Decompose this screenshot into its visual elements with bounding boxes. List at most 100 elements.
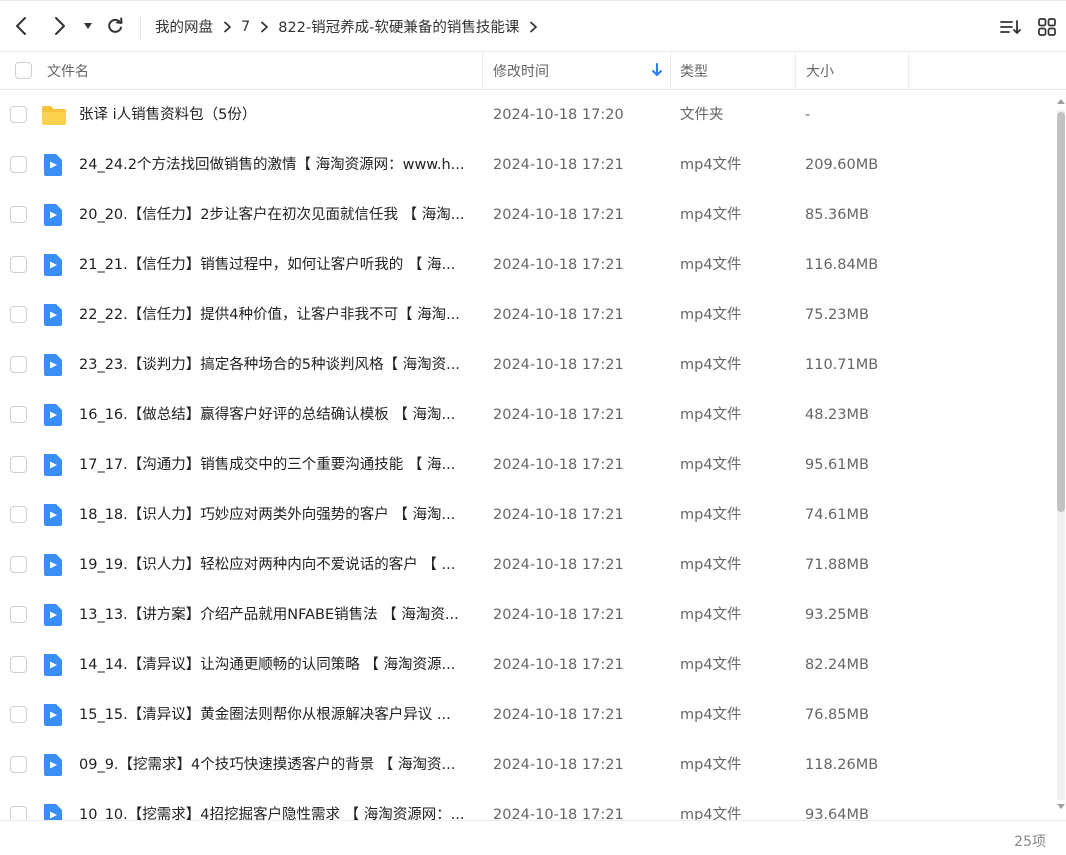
file-modified: 2024-10-18 17:20 — [493, 107, 624, 123]
column-header-type[interactable]: 类型 — [680, 52, 708, 89]
file-size: 48.23MB — [805, 407, 869, 423]
file-size: 71.88MB — [805, 557, 869, 573]
video-file-icon — [41, 153, 65, 177]
row-checkbox[interactable] — [10, 756, 27, 773]
file-type: mp4文件 — [680, 757, 742, 773]
row-checkbox[interactable] — [10, 506, 27, 523]
file-name[interactable]: 22_22.【信任力】提供4种价值，让客户非我不可【 海淘... — [79, 290, 474, 340]
file-size: 85.36MB — [805, 207, 869, 223]
row-checkbox[interactable] — [10, 356, 27, 373]
file-name[interactable]: 09_9.【挖需求】4个技巧快速摸透客户的背景 【 海淘资... — [79, 740, 474, 790]
column-header-size[interactable]: 大小 — [806, 52, 834, 89]
file-size: 75.23MB — [805, 307, 869, 323]
file-type: mp4文件 — [680, 657, 742, 673]
chevron-right-icon — [55, 17, 65, 35]
column-header-name[interactable]: 文件名 — [47, 52, 89, 89]
file-size: 76.85MB — [805, 707, 869, 723]
file-size: 93.25MB — [805, 607, 869, 623]
file-row[interactable]: 13_13.【讲方案】介绍产品就用NFABE销售法 【 海淘资... 2024-1… — [0, 590, 1056, 640]
row-checkbox[interactable] — [10, 556, 27, 573]
file-size: 110.71MB — [805, 357, 879, 373]
file-row[interactable]: 16_16.【做总结】赢得客户好评的总结确认模板 【 海淘... 2024-10-… — [0, 390, 1056, 440]
row-checkbox[interactable] — [10, 256, 27, 273]
file-type: mp4文件 — [680, 807, 742, 820]
file-row[interactable]: 15_15.【清异议】黄金圈法则帮你从根源解决客户异议 ... 2024-10-1… — [0, 690, 1056, 740]
file-row[interactable]: 24_24.2个方法找回做销售的激情【 海淘资源网：www.h... 2024-1… — [0, 140, 1056, 190]
row-checkbox[interactable] — [10, 456, 27, 473]
file-row[interactable]: 20_20.【信任力】2步让客户在初次见面就信任我 【 海淘... 2024-10… — [0, 190, 1056, 240]
file-modified: 2024-10-18 17:21 — [493, 457, 624, 473]
file-type: mp4文件 — [680, 257, 742, 273]
chevron-right-icon[interactable] — [529, 21, 538, 33]
video-file-icon — [41, 803, 65, 820]
breadcrumb: 我的网盘 7 822-销冠养成-软硬兼备的销售技能课 — [155, 1, 547, 52]
file-name[interactable]: 18_18.【识人力】巧妙应对两类外向强势的客户 【 海淘... — [79, 490, 474, 540]
folder-icon — [41, 103, 66, 127]
file-row[interactable]: 19_19.【识人力】轻松应对两种内向不爱说话的客户 【 ... 2024-10-… — [0, 540, 1056, 590]
column-header-modified[interactable]: 修改时间 — [493, 52, 549, 89]
scroll-up-arrow-icon[interactable] — [1056, 96, 1066, 106]
toolbar: 我的网盘 7 822-销冠养成-软硬兼备的销售技能课 — [0, 1, 1066, 52]
file-modified: 2024-10-18 17:21 — [493, 557, 624, 573]
file-name[interactable]: 16_16.【做总结】赢得客户好评的总结确认模板 【 海淘... — [79, 390, 474, 440]
refresh-button[interactable] — [103, 13, 127, 39]
breadcrumb-item-current[interactable]: 822-销冠养成-软硬兼备的销售技能课 — [278, 16, 519, 37]
row-checkbox[interactable] — [10, 606, 27, 623]
row-checkbox[interactable] — [10, 306, 27, 323]
file-list-header: 文件名 修改时间 类型 大小 — [0, 52, 1066, 90]
file-type: mp4文件 — [680, 157, 742, 173]
row-checkbox[interactable] — [10, 406, 27, 423]
file-row[interactable]: 17_17.【沟通力】销售成交中的三个重要沟通技能 【 海... 2024-10-… — [0, 440, 1056, 490]
row-checkbox[interactable] — [10, 806, 27, 820]
file-name[interactable]: 20_20.【信任力】2步让客户在初次见面就信任我 【 海淘... — [79, 190, 474, 240]
breadcrumb-item-root[interactable]: 我的网盘 — [155, 16, 213, 37]
file-modified: 2024-10-18 17:21 — [493, 307, 624, 323]
toolbar-divider — [140, 15, 141, 39]
sort-list-icon — [1000, 20, 1021, 34]
scrollbar-thumb[interactable] — [1057, 112, 1065, 512]
forward-button[interactable] — [48, 13, 72, 39]
file-type: 文件夹 — [680, 107, 724, 123]
file-row[interactable]: 10_10.【挖需求】4招挖掘客户隐性需求 【 海淘资源网：... 2024-10… — [0, 790, 1056, 820]
breadcrumb-item-folder[interactable]: 7 — [241, 19, 250, 35]
video-file-icon — [41, 453, 65, 477]
file-name[interactable]: 23_23.【谈判力】搞定各种场合的5种谈判风格【 海淘资... — [79, 340, 474, 390]
file-name[interactable]: 21_21.【信任力】销售过程中，如何让客户听我的 【 海... — [79, 240, 474, 290]
file-name[interactable]: 10_10.【挖需求】4招挖掘客户隐性需求 【 海淘资源网：... — [79, 790, 474, 820]
grid-view-button[interactable] — [1036, 16, 1058, 38]
file-row[interactable]: 22_22.【信任力】提供4种价值，让客户非我不可【 海淘... 2024-10-… — [0, 290, 1056, 340]
file-modified: 2024-10-18 17:21 — [493, 507, 624, 523]
row-checkbox[interactable] — [10, 206, 27, 223]
back-button[interactable] — [9, 13, 33, 39]
file-row[interactable]: 14_14.【清异议】让沟通更顺畅的认同策略 【 海淘资源... 2024-10-… — [0, 640, 1056, 690]
row-checkbox[interactable] — [10, 706, 27, 723]
sort-button[interactable] — [1000, 16, 1022, 38]
file-type: mp4文件 — [680, 607, 742, 623]
select-all-checkbox[interactable] — [15, 62, 32, 79]
file-row[interactable]: 张译 i人销售资料包（5份） 2024-10-18 17:20 文件夹 - — [0, 90, 1056, 140]
file-name[interactable]: 24_24.2个方法找回做销售的激情【 海淘资源网：www.h... — [79, 140, 474, 190]
file-size: 116.84MB — [805, 257, 879, 273]
file-name[interactable]: 13_13.【讲方案】介绍产品就用NFABE销售法 【 海淘资... — [79, 590, 474, 640]
video-file-icon — [41, 253, 65, 277]
row-checkbox[interactable] — [10, 156, 27, 173]
row-checkbox[interactable] — [10, 106, 27, 123]
sort-descending-icon[interactable] — [651, 63, 663, 77]
file-row[interactable]: 09_9.【挖需求】4个技巧快速摸透客户的背景 【 海淘资... 2024-10-… — [0, 740, 1056, 790]
file-name[interactable]: 17_17.【沟通力】销售成交中的三个重要沟通技能 【 海... — [79, 440, 474, 490]
video-file-icon — [41, 503, 65, 527]
file-modified: 2024-10-18 17:21 — [493, 157, 624, 173]
row-checkbox[interactable] — [10, 656, 27, 673]
file-type: mp4文件 — [680, 207, 742, 223]
file-modified: 2024-10-18 17:21 — [493, 757, 624, 773]
file-modified: 2024-10-18 17:21 — [493, 257, 624, 273]
history-dropdown-button[interactable] — [78, 13, 98, 39]
file-row[interactable]: 18_18.【识人力】巧妙应对两类外向强势的客户 【 海淘... 2024-10-… — [0, 490, 1056, 540]
file-row[interactable]: 21_21.【信任力】销售过程中，如何让客户听我的 【 海... 2024-10-… — [0, 240, 1056, 290]
file-name[interactable]: 15_15.【清异议】黄金圈法则帮你从根源解决客户异议 ... — [79, 690, 474, 740]
scroll-down-arrow-icon[interactable] — [1056, 802, 1066, 812]
file-row[interactable]: 23_23.【谈判力】搞定各种场合的5种谈判风格【 海淘资... 2024-10-… — [0, 340, 1056, 390]
file-name[interactable]: 14_14.【清异议】让沟通更顺畅的认同策略 【 海淘资源... — [79, 640, 474, 690]
file-name[interactable]: 19_19.【识人力】轻松应对两种内向不爱说话的客户 【 ... — [79, 540, 474, 590]
file-name[interactable]: 张译 i人销售资料包（5份） — [79, 90, 474, 140]
